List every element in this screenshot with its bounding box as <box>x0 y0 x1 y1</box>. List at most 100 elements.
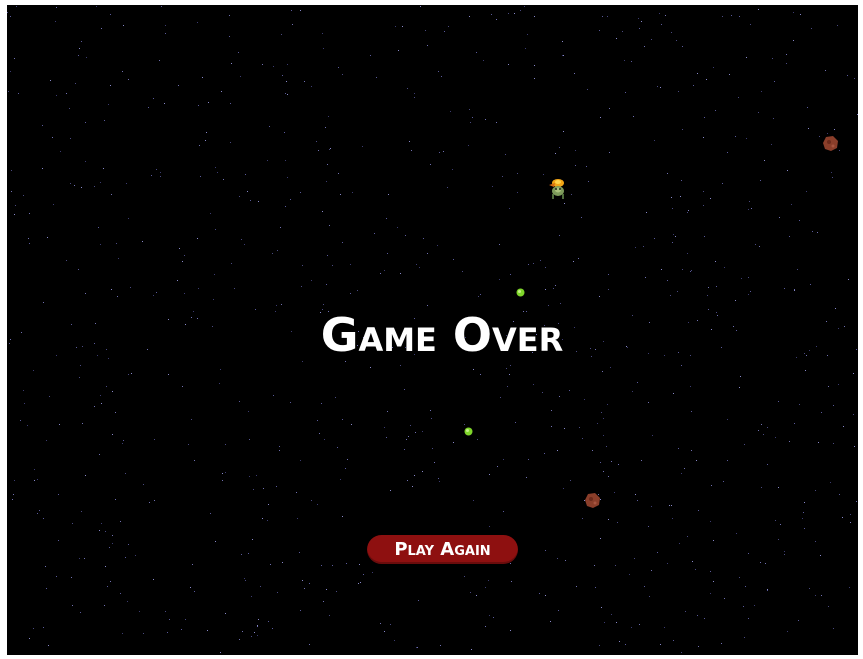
star <box>322 33 323 34</box>
star <box>724 267 725 268</box>
star <box>215 229 216 230</box>
star <box>517 173 518 174</box>
star <box>582 438 583 439</box>
star <box>784 554 785 555</box>
star <box>682 269 683 270</box>
star <box>48 645 49 646</box>
star <box>687 212 688 213</box>
star <box>562 55 563 56</box>
star <box>184 293 185 294</box>
star <box>123 25 124 26</box>
star <box>290 402 291 403</box>
star <box>262 64 263 65</box>
star <box>715 261 716 262</box>
star <box>99 454 100 455</box>
star <box>100 244 101 245</box>
star <box>791 204 792 205</box>
star <box>679 543 680 544</box>
star <box>277 592 278 593</box>
star <box>404 449 405 450</box>
star <box>476 595 477 596</box>
star <box>738 97 739 98</box>
star <box>509 208 510 209</box>
star <box>569 390 570 391</box>
star <box>197 22 198 23</box>
star <box>406 439 407 440</box>
star <box>510 563 511 564</box>
star <box>74 185 75 186</box>
star <box>491 14 492 15</box>
star <box>181 629 182 630</box>
star <box>323 304 324 305</box>
star <box>414 93 415 94</box>
star <box>600 117 601 118</box>
star <box>684 468 685 469</box>
star <box>850 514 851 515</box>
star <box>321 565 322 566</box>
star <box>564 428 565 429</box>
star <box>441 76 442 77</box>
star <box>767 427 768 428</box>
star <box>179 248 180 249</box>
star <box>690 386 691 387</box>
star <box>27 425 28 426</box>
star <box>11 170 12 171</box>
star <box>230 103 231 104</box>
star <box>559 235 560 236</box>
star <box>272 253 273 254</box>
star <box>244 244 245 245</box>
star <box>644 46 645 47</box>
star <box>839 494 840 495</box>
star <box>239 639 240 640</box>
star <box>761 91 762 92</box>
star <box>526 477 527 478</box>
star <box>404 389 405 390</box>
star <box>496 19 497 20</box>
star <box>641 21 642 22</box>
play-again-button[interactable]: Play Again <box>367 535 518 564</box>
star <box>281 304 282 305</box>
star <box>833 628 834 629</box>
star <box>279 450 280 451</box>
star <box>72 605 73 606</box>
star <box>587 89 588 90</box>
star <box>130 287 131 288</box>
star <box>602 16 603 17</box>
star <box>160 176 161 177</box>
star <box>671 197 672 198</box>
star <box>321 403 322 404</box>
star <box>489 615 490 616</box>
star <box>616 622 617 623</box>
star <box>786 63 787 64</box>
star <box>125 557 126 558</box>
star <box>153 98 154 99</box>
star <box>267 520 268 521</box>
asteroid-icon <box>823 136 838 151</box>
star <box>515 422 516 423</box>
star <box>34 480 35 481</box>
star <box>608 289 609 290</box>
star <box>104 605 105 606</box>
star <box>351 424 352 425</box>
star <box>39 510 40 511</box>
star <box>112 543 113 544</box>
star <box>431 418 432 419</box>
star <box>510 274 511 275</box>
star <box>85 122 86 123</box>
star <box>848 279 849 280</box>
star <box>380 273 381 274</box>
star <box>56 7 57 8</box>
star <box>380 623 381 624</box>
star <box>287 177 288 178</box>
star <box>215 167 216 168</box>
star <box>390 490 391 491</box>
star <box>488 580 489 581</box>
star <box>85 161 86 162</box>
star <box>793 12 794 13</box>
star <box>300 610 301 611</box>
star <box>205 140 206 141</box>
star <box>533 384 534 385</box>
star <box>122 633 123 634</box>
star <box>759 246 760 247</box>
star <box>194 460 195 461</box>
